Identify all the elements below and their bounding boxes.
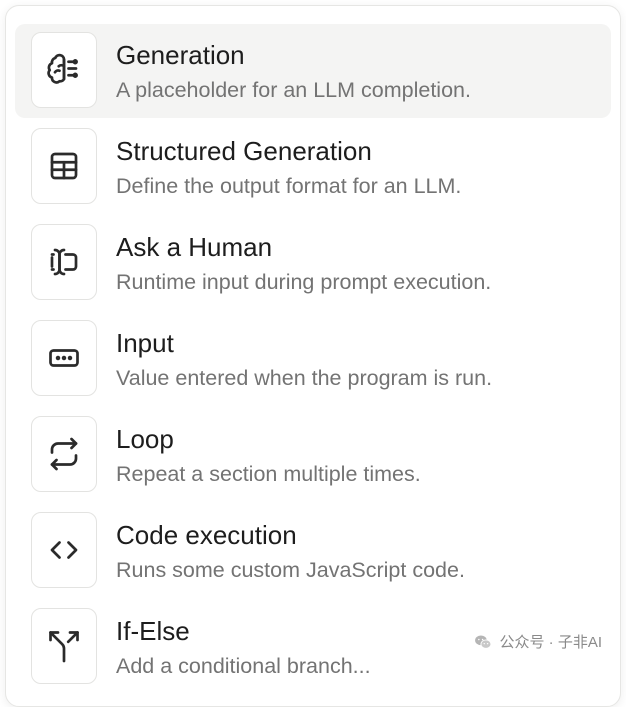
menu-item-code-execution[interactable]: Code execution Runs some custom JavaScri… (15, 504, 611, 598)
menu-item-title: If-Else (116, 616, 190, 646)
icon-box (31, 32, 97, 108)
insert-block-menu: Generation A placeholder for an LLM comp… (5, 5, 621, 707)
menu-item-description: Runs some custom JavaScript code. (116, 558, 465, 582)
menu-item-description: Repeat a section multiple times. (116, 462, 421, 486)
brain-icon (47, 53, 78, 84)
repeat-icon (50, 437, 78, 471)
menu-item-title: Generation (116, 40, 245, 70)
menu-item-description: A placeholder for an LLM completion. (116, 78, 471, 102)
menu-item-loop[interactable]: Loop Repeat a section multiple times. (15, 408, 611, 502)
menu-item-ask-a-human[interactable]: Ask a Human Runtime input during prompt … (15, 216, 611, 310)
icon-box (31, 608, 97, 684)
menu-item-structured-generation[interactable]: Structured Generation Define the output … (15, 120, 611, 214)
menu-scrollbar[interactable] (614, 6, 620, 706)
icon-box (31, 512, 97, 588)
menu-item-title: Input (116, 328, 174, 358)
icon-box (31, 224, 97, 300)
menu-item-title: Code execution (116, 520, 297, 550)
table-icon (50, 152, 78, 180)
menu-item-description: Define the output format for an LLM. (116, 174, 462, 198)
icon-box (31, 320, 97, 396)
menu-item-description: Runtime input during prompt execution. (116, 270, 492, 294)
watermark-text: 公众号 · 子非AI (499, 634, 602, 651)
menu-item-input[interactable]: Input Value entered when the program is … (15, 312, 611, 406)
menu-item-title: Structured Generation (116, 136, 372, 166)
menu-item-description: Value entered when the program is run. (116, 366, 493, 390)
icon-box (31, 416, 97, 492)
split-icon (49, 631, 79, 663)
icon-box (31, 128, 97, 204)
wechat-icon (475, 635, 492, 649)
menu-item-description: Add a conditional branch... (116, 654, 371, 678)
menu-item-title: Ask a Human (116, 232, 273, 262)
text-cursor-input-icon (50, 248, 78, 276)
menu-item-generation[interactable]: Generation A placeholder for an LLM comp… (15, 24, 611, 118)
code-icon (50, 541, 78, 559)
input-field-icon (49, 349, 79, 367)
watermark: 公众号 · 子非AI (467, 629, 608, 654)
menu-item-title: Loop (116, 424, 174, 454)
